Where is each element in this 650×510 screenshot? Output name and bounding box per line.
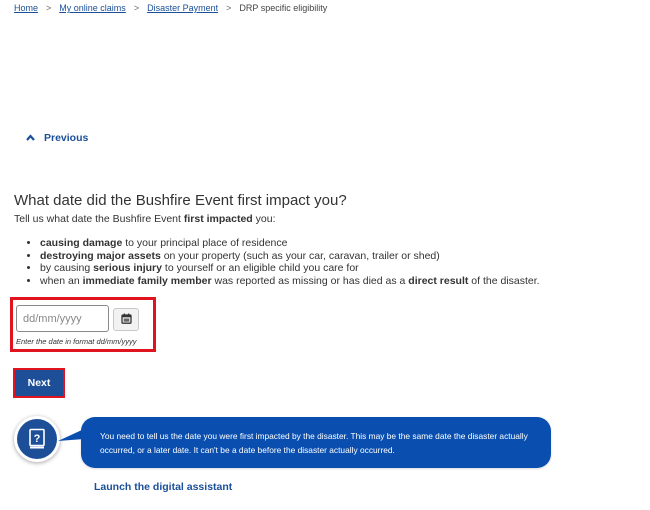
breadcrumb-separator: > <box>226 3 232 13</box>
breadcrumb: Home > My online claims > Disaster Payment > D… <box>14 3 327 13</box>
list-bold: causing damage <box>40 237 123 249</box>
list-item: causing damage to your principal place o… <box>40 237 540 250</box>
date-field-group: Enter the date in format dd/mm/yyyy <box>10 297 156 352</box>
calendar-button[interactable] <box>113 308 139 331</box>
launch-digital-assistant-link[interactable]: Launch the digital assistant <box>94 481 232 493</box>
list-bold: serious injury <box>93 262 162 274</box>
list-text: to your principal place of residence <box>122 237 288 249</box>
breadcrumb-current: DRP specific eligibility <box>239 3 328 13</box>
list-text: by causing <box>40 262 94 274</box>
list-item: by causing serious injury to yourself or… <box>40 262 540 275</box>
chevron-up-icon <box>26 133 36 143</box>
list-text: on your property (such as your car, cara… <box>160 249 440 262</box>
date-format-hint: Enter the date in format dd/mm/yyyy <box>16 337 137 346</box>
list-text: of the disaster. <box>468 274 540 287</box>
next-button-highlight: Next <box>13 368 65 398</box>
list-item: destroying major assets on your property… <box>40 250 540 263</box>
breadcrumb-home[interactable]: Home <box>14 3 38 13</box>
breadcrumb-separator: > <box>46 3 52 13</box>
list-item: when an immediate family member was repo… <box>40 275 540 288</box>
breadcrumb-separator: > <box>133 3 140 13</box>
digital-assistant-button[interactable]: ? <box>14 416 60 462</box>
list-text: was reported as missing or has died as a <box>211 274 409 287</box>
list-bold: destroying major assets <box>40 249 161 262</box>
assistant-message-bubble: You need to tell us the date you were fi… <box>81 417 551 468</box>
svg-text:?: ? <box>34 433 41 445</box>
question-title: What date did the Bushfire Event first i… <box>14 192 347 209</box>
help-book-icon: ? <box>17 419 57 459</box>
list-bold: immediate family member <box>82 274 212 287</box>
intro-text: Tell us what date the Bushfire Event <box>14 213 184 225</box>
calendar-icon <box>120 311 132 329</box>
breadcrumb-disaster-payment[interactable]: Disaster Payment <box>147 3 218 13</box>
breadcrumb-my-online-claims[interactable]: My online claims <box>59 3 126 13</box>
impact-criteria-list: causing damage to your principal place o… <box>28 237 540 287</box>
previous-button[interactable]: Previous <box>26 132 88 144</box>
list-bold: direct result <box>408 274 469 287</box>
previous-label: Previous <box>44 132 89 144</box>
intro-bold: first impacted <box>183 213 253 225</box>
list-text: to yourself or an eligible child you car… <box>161 262 359 274</box>
intro-text: you: <box>252 213 276 225</box>
list-text: when an <box>40 274 83 287</box>
next-button[interactable]: Next <box>15 370 63 396</box>
date-input[interactable] <box>16 305 109 332</box>
question-intro: Tell us what date the Bushfire Event fir… <box>14 213 275 225</box>
